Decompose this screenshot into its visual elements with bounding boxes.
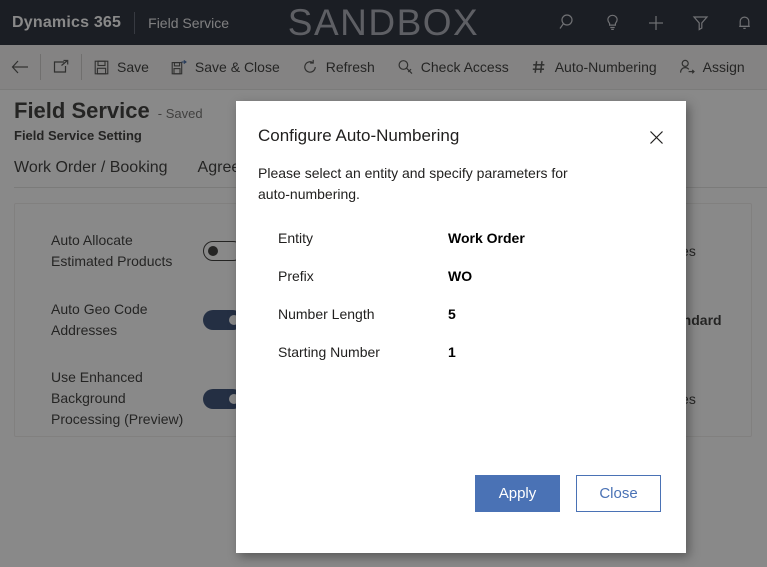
dialog-description: Please select an entity and specify para…: [258, 165, 568, 202]
configure-auto-numbering-dialog: Configure Auto-Numbering Please select a…: [236, 101, 686, 553]
field-row-entity: Entity Work Order: [278, 230, 658, 268]
field-row-number-length: Number Length 5: [278, 306, 658, 344]
field-row-prefix: Prefix WO: [278, 268, 658, 306]
field-label-prefix: Prefix: [278, 268, 314, 284]
close-icon[interactable]: [642, 123, 670, 151]
field-value-entity[interactable]: Work Order: [448, 230, 525, 246]
dialog-action-bar: Apply Close: [475, 475, 661, 512]
field-value-number-length[interactable]: 5: [448, 306, 456, 322]
dialog-title: Configure Auto-Numbering: [258, 126, 460, 145]
close-button[interactable]: Close: [576, 475, 661, 512]
field-row-starting-number: Starting Number 1: [278, 344, 658, 382]
apply-button[interactable]: Apply: [475, 475, 560, 512]
field-label-entity: Entity: [278, 230, 314, 246]
dialog-field-list: Entity Work Order Prefix WO Number Lengt…: [278, 230, 658, 382]
field-label-starting-number: Starting Number: [278, 344, 380, 360]
field-label-number-length: Number Length: [278, 306, 375, 322]
field-value-starting-number[interactable]: 1: [448, 344, 456, 360]
field-value-prefix[interactable]: WO: [448, 268, 472, 284]
